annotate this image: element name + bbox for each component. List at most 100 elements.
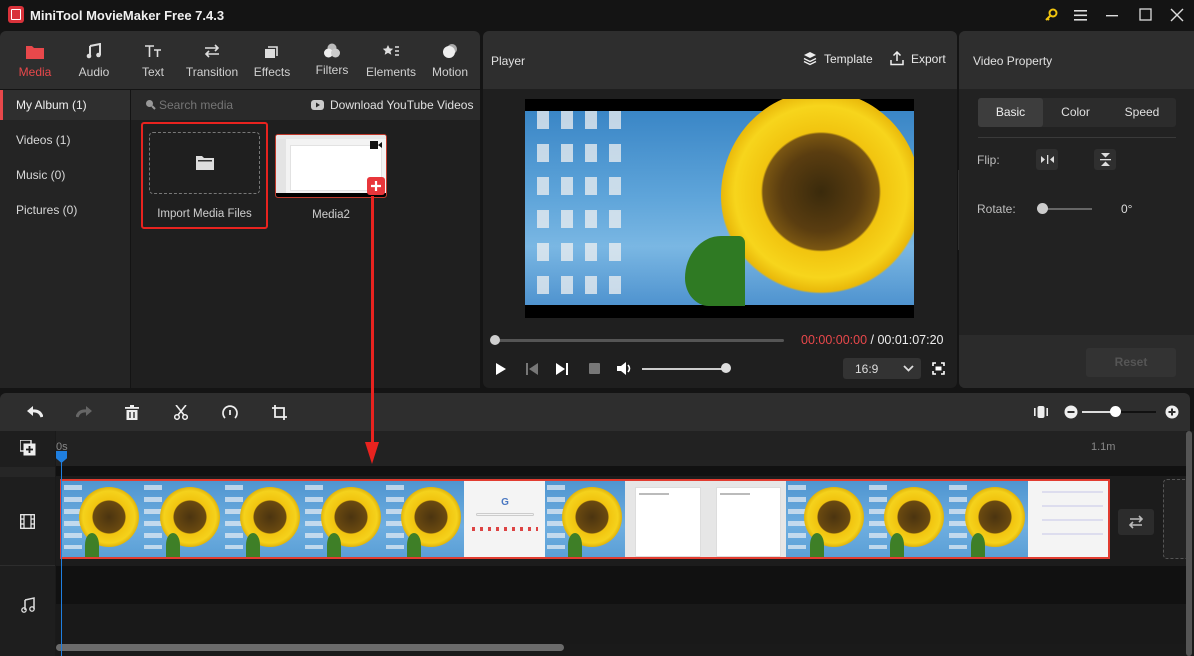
playhead-line[interactable] bbox=[61, 461, 62, 656]
speed-button[interactable] bbox=[219, 401, 241, 423]
sidebar-item-videos[interactable]: Videos (1) bbox=[0, 125, 130, 155]
redo-icon bbox=[76, 406, 92, 418]
close-button[interactable] bbox=[1164, 4, 1190, 26]
video-property-panel: Video Property Basic Color Speed Flip: R… bbox=[959, 31, 1194, 388]
import-dropzone[interactable] bbox=[149, 132, 260, 194]
reset-button[interactable]: Reset bbox=[1086, 348, 1176, 377]
tab-transition[interactable]: Transition bbox=[180, 31, 244, 89]
aspect-ratio-select[interactable]: 16:9 bbox=[843, 358, 921, 379]
add-to-timeline-button[interactable] bbox=[367, 177, 385, 195]
trash-icon bbox=[125, 404, 139, 420]
current-time: 00:00:00:00 bbox=[801, 333, 868, 347]
clip-frame-slides bbox=[625, 481, 707, 557]
redo-button[interactable] bbox=[73, 401, 95, 423]
play-button[interactable] bbox=[495, 362, 507, 379]
timeline-ruler[interactable]: 0s 1.1m bbox=[56, 431, 1186, 466]
clip-frame-sunflower bbox=[142, 481, 224, 557]
plus-icon bbox=[371, 181, 381, 191]
media-library: Download YouTube Videos Import Media Fil… bbox=[131, 90, 480, 388]
search-icon bbox=[145, 99, 156, 113]
video-preview[interactable] bbox=[525, 99, 914, 318]
volume-slider-track[interactable] bbox=[642, 368, 726, 370]
music-note-icon bbox=[65, 42, 123, 60]
minimize-button[interactable] bbox=[1100, 4, 1126, 26]
tab-motion[interactable]: Motion bbox=[421, 31, 479, 89]
import-media-highlight[interactable]: Import Media Files bbox=[141, 122, 268, 229]
flip-vertical-button[interactable] bbox=[1094, 149, 1116, 170]
next-frame-button[interactable] bbox=[556, 363, 568, 378]
undo-button[interactable] bbox=[24, 401, 46, 423]
tab-basic[interactable]: Basic bbox=[978, 98, 1043, 127]
tab-color[interactable]: Color bbox=[1043, 98, 1108, 127]
stop-button[interactable] bbox=[589, 363, 600, 374]
time-readout: 00:00:00:00 / 00:01:07:20 bbox=[801, 333, 944, 347]
clip-frame-sunflower bbox=[544, 481, 627, 557]
tab-elements[interactable]: Elements bbox=[361, 31, 421, 89]
tab-speed[interactable]: Speed bbox=[1108, 98, 1176, 127]
volume-button[interactable] bbox=[617, 361, 634, 379]
maximize-button[interactable] bbox=[1133, 4, 1159, 26]
flip-label: Flip: bbox=[977, 153, 1000, 167]
tab-label: Transition bbox=[185, 65, 239, 79]
timeline-zoom-knob[interactable] bbox=[1110, 406, 1122, 417]
audio-track[interactable] bbox=[56, 566, 1186, 604]
timeline-toolbar bbox=[0, 393, 1190, 431]
crop-button[interactable] bbox=[268, 401, 290, 423]
rotate-slider-knob[interactable] bbox=[1037, 203, 1048, 214]
timeline-horizontal-scrollbar[interactable] bbox=[56, 644, 564, 651]
property-title: Video Property bbox=[973, 54, 1053, 68]
template-button[interactable]: Template bbox=[803, 51, 873, 66]
play-icon bbox=[496, 363, 506, 375]
tab-label: Motion bbox=[431, 65, 469, 79]
timeline-vertical-scrollbar[interactable] bbox=[1186, 431, 1192, 656]
effects-icon bbox=[243, 42, 301, 60]
timeline: 0s 1.1m G bbox=[0, 431, 1194, 656]
tab-text[interactable]: Text bbox=[124, 31, 182, 89]
delete-button[interactable] bbox=[121, 401, 143, 423]
key-icon[interactable] bbox=[1038, 4, 1064, 26]
aspect-ratio-value: 16:9 bbox=[855, 362, 879, 376]
transition-slot-button[interactable] bbox=[1118, 509, 1154, 535]
tab-effects[interactable]: Effects bbox=[243, 31, 301, 89]
playback-progress-knob[interactable] bbox=[490, 335, 500, 345]
folder-icon bbox=[196, 155, 214, 173]
import-media-label: Import Media Files bbox=[157, 208, 252, 220]
template-label: Template bbox=[824, 51, 873, 66]
zoom-out-button[interactable] bbox=[1060, 401, 1082, 423]
property-footer: Reset bbox=[959, 335, 1194, 388]
video-track: G bbox=[56, 476, 1188, 566]
search-media-input[interactable] bbox=[159, 96, 299, 114]
empty-clip-slot[interactable] bbox=[1163, 479, 1188, 559]
export-button[interactable]: Export bbox=[890, 51, 946, 66]
playback-progress-track[interactable] bbox=[492, 339, 784, 342]
sidebar-item-pictures[interactable]: Pictures (0) bbox=[0, 195, 130, 225]
split-button[interactable] bbox=[170, 401, 192, 423]
rotate-slider-track[interactable] bbox=[1042, 208, 1092, 210]
sidebar-item-my-album[interactable]: My Album (1) bbox=[0, 90, 130, 120]
zoom-in-button[interactable] bbox=[1161, 401, 1183, 423]
volume-slider-knob[interactable] bbox=[721, 363, 731, 373]
add-track-button[interactable] bbox=[19, 439, 36, 459]
player-header: Player Template Export bbox=[483, 31, 957, 89]
clip-frame-sunflower bbox=[786, 481, 868, 557]
video-clip[interactable]: G bbox=[60, 479, 1110, 559]
fit-timeline-button[interactable] bbox=[1030, 401, 1052, 423]
tab-audio[interactable]: Audio bbox=[65, 31, 123, 89]
download-youtube-button[interactable]: Download YouTube Videos bbox=[311, 96, 473, 114]
video-camera-icon bbox=[370, 138, 382, 152]
filters-icon bbox=[303, 42, 361, 60]
chevron-down-icon bbox=[903, 365, 914, 372]
hamburger-menu-icon[interactable] bbox=[1068, 4, 1094, 26]
tab-filters[interactable]: Filters bbox=[303, 31, 361, 89]
previous-frame-button[interactable] bbox=[526, 363, 538, 378]
transition-arrows-icon bbox=[180, 42, 244, 60]
export-icon bbox=[890, 51, 904, 66]
fullscreen-button[interactable] bbox=[932, 362, 945, 378]
flip-horizontal-icon bbox=[1040, 155, 1054, 164]
elements-icon bbox=[361, 42, 421, 60]
sidebar-item-music[interactable]: Music (0) bbox=[0, 160, 130, 190]
rotate-label: Rotate: bbox=[977, 202, 1016, 216]
tab-media[interactable]: Media bbox=[6, 31, 64, 89]
flip-horizontal-button[interactable] bbox=[1036, 149, 1058, 170]
app-logo-icon bbox=[8, 6, 24, 23]
